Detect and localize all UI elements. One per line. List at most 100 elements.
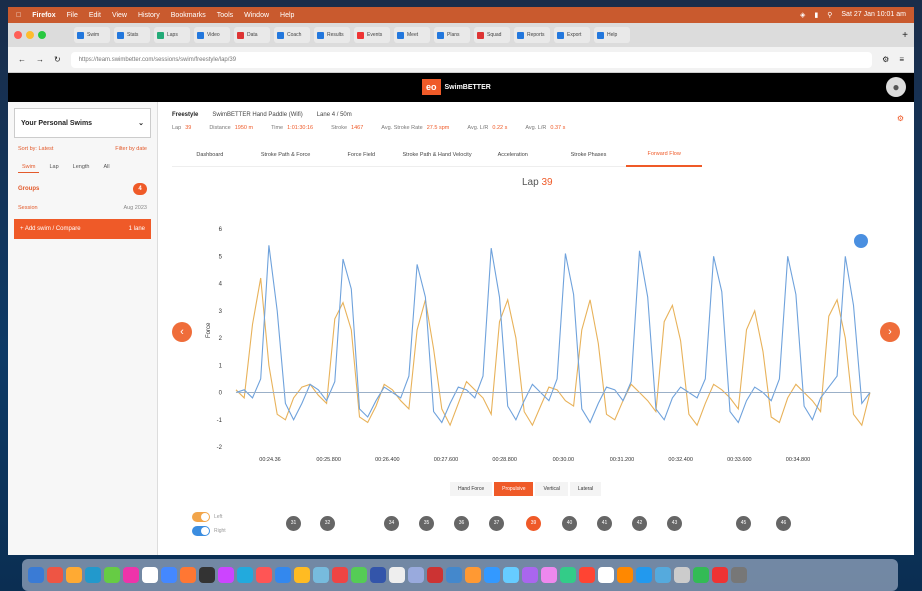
toggle-left-hand[interactable]: Left [192, 512, 226, 522]
dock-app-icon[interactable] [256, 567, 272, 583]
add-swim-button[interactable]: + Add swim / Compare 1 lane [14, 219, 151, 239]
forward-icon[interactable]: → [36, 55, 44, 64]
menu-file[interactable]: File [67, 12, 78, 19]
dock-app-icon[interactable] [199, 567, 215, 583]
dock-app-icon[interactable] [560, 567, 576, 583]
dock-app-icon[interactable] [294, 567, 310, 583]
dock-app-icon[interactable] [712, 567, 728, 583]
toggle-switch[interactable] [192, 512, 210, 522]
back-icon[interactable]: ← [18, 55, 26, 64]
browser-tab[interactable]: Reports [514, 27, 550, 43]
browser-tab[interactable]: Help [594, 27, 630, 43]
lap-button[interactable]: 42 [632, 516, 647, 531]
brand-logo[interactable]: eo SwimBETTER [422, 79, 491, 95]
dock-app-icon[interactable] [731, 567, 747, 583]
dock-app-icon[interactable] [636, 567, 652, 583]
browser-tab[interactable]: Swim [74, 27, 110, 43]
lap-button[interactable]: 34 [384, 516, 399, 531]
battery-icon[interactable]: ▮ [814, 11, 818, 19]
browser-tab[interactable]: Results [314, 27, 350, 43]
search-icon[interactable]: ⚲ [827, 11, 832, 19]
zoom-window-button[interactable] [38, 31, 46, 39]
dock-app-icon[interactable] [275, 567, 291, 583]
dock-app-icon[interactable] [674, 567, 690, 583]
apple-icon[interactable]:  [16, 12, 21, 19]
browser-tab[interactable]: Laps [154, 27, 190, 43]
browser-tab[interactable]: Stats [114, 27, 150, 43]
menu-bookmarks[interactable]: Bookmarks [171, 12, 206, 19]
lap-button[interactable]: 36 [454, 516, 469, 531]
menubar-app-name[interactable]: Firefox [32, 12, 55, 19]
mode-lateral[interactable]: Lateral [569, 482, 602, 496]
dock-app-icon[interactable] [522, 567, 538, 583]
lap-button[interactable]: 35 [419, 516, 434, 531]
browser-tab[interactable]: Video [194, 27, 230, 43]
sidebar-tab-all[interactable]: All [99, 162, 113, 173]
new-tab-icon[interactable]: + [902, 30, 908, 41]
dock-app-icon[interactable] [332, 567, 348, 583]
menu-edit[interactable]: Edit [89, 12, 101, 19]
browser-tab[interactable]: Events [354, 27, 390, 43]
dock-app-icon[interactable] [655, 567, 671, 583]
lap-button[interactable]: 37 [489, 516, 504, 531]
dock-app-icon[interactable] [598, 567, 614, 583]
browser-tab[interactable]: Plans [434, 27, 470, 43]
session-row[interactable]: Session Aug 2023 [8, 205, 157, 211]
toggle-right-hand[interactable]: Right [192, 526, 226, 536]
menu-window[interactable]: Window [244, 12, 269, 19]
menu-help[interactable]: Help [280, 12, 294, 19]
dock-app-icon[interactable] [237, 567, 253, 583]
mode-hand-force[interactable]: Hand Force [450, 482, 493, 496]
dock-app-icon[interactable] [541, 567, 557, 583]
browser-tab[interactable]: Squad [474, 27, 510, 43]
mode-vertical[interactable]: Vertical [535, 482, 568, 496]
dock-app-icon[interactable] [465, 567, 481, 583]
date-filter[interactable]: Filter by date [115, 146, 147, 152]
lap-button[interactable]: 31 [286, 516, 301, 531]
dock-app-icon[interactable] [142, 567, 158, 583]
browser-tab[interactable]: Export [554, 27, 590, 43]
lap-button[interactable]: 46 [776, 516, 791, 531]
sidebar-tab-length[interactable]: Length [69, 162, 94, 173]
dock-app-icon[interactable] [28, 567, 44, 583]
user-avatar-icon[interactable]: ● [886, 77, 906, 97]
dock-app-icon[interactable] [104, 567, 120, 583]
dock-app-icon[interactable] [218, 567, 234, 583]
sidebar-tab-lap[interactable]: Lap [45, 162, 62, 173]
dock-app-icon[interactable] [351, 567, 367, 583]
dock-app-icon[interactable] [503, 567, 519, 583]
previous-lap-button[interactable]: ‹ [172, 322, 192, 342]
browser-tab[interactable]: Meet [394, 27, 430, 43]
menu-history[interactable]: History [138, 12, 160, 19]
lap-button[interactable]: 40 [562, 516, 577, 531]
dock-app-icon[interactable] [427, 567, 443, 583]
lap-button[interactable]: 32 [320, 516, 335, 531]
dock-app-icon[interactable] [693, 567, 709, 583]
menu-icon[interactable]: ≡ [899, 55, 904, 64]
browser-tab[interactable]: Coach [274, 27, 310, 43]
dock-app-icon[interactable] [617, 567, 633, 583]
lap-button[interactable]: 45 [736, 516, 751, 531]
dock-app-icon[interactable] [313, 567, 329, 583]
dock-app-icon[interactable] [370, 567, 386, 583]
dock-app-icon[interactable] [161, 567, 177, 583]
menubar-clock[interactable]: Sat 27 Jan 10:01 am [841, 11, 906, 19]
dock-app-icon[interactable] [85, 567, 101, 583]
browser-tab[interactable]: Data [234, 27, 270, 43]
dock-app-icon[interactable] [123, 567, 139, 583]
dock-app-icon[interactable] [446, 567, 462, 583]
lap-button[interactable]: 43 [667, 516, 682, 531]
lap-button[interactable]: 39 [526, 516, 541, 531]
sidebar-tab-swim[interactable]: Swim [18, 162, 40, 173]
sessions-dropdown[interactable]: Your Personal Swims ⌄ [14, 108, 151, 138]
mode-propulsive[interactable]: Propulsive [494, 482, 534, 496]
toggle-switch[interactable] [192, 526, 210, 536]
minimize-window-button[interactable] [26, 31, 34, 39]
reload-icon[interactable]: ↻ [54, 55, 61, 64]
lap-button[interactable]: 41 [597, 516, 612, 531]
dock-app-icon[interactable] [408, 567, 424, 583]
next-lap-button[interactable]: › [880, 322, 900, 342]
dock-app-icon[interactable] [579, 567, 595, 583]
dock-app-icon[interactable] [66, 567, 82, 583]
dock-app-icon[interactable] [47, 567, 63, 583]
